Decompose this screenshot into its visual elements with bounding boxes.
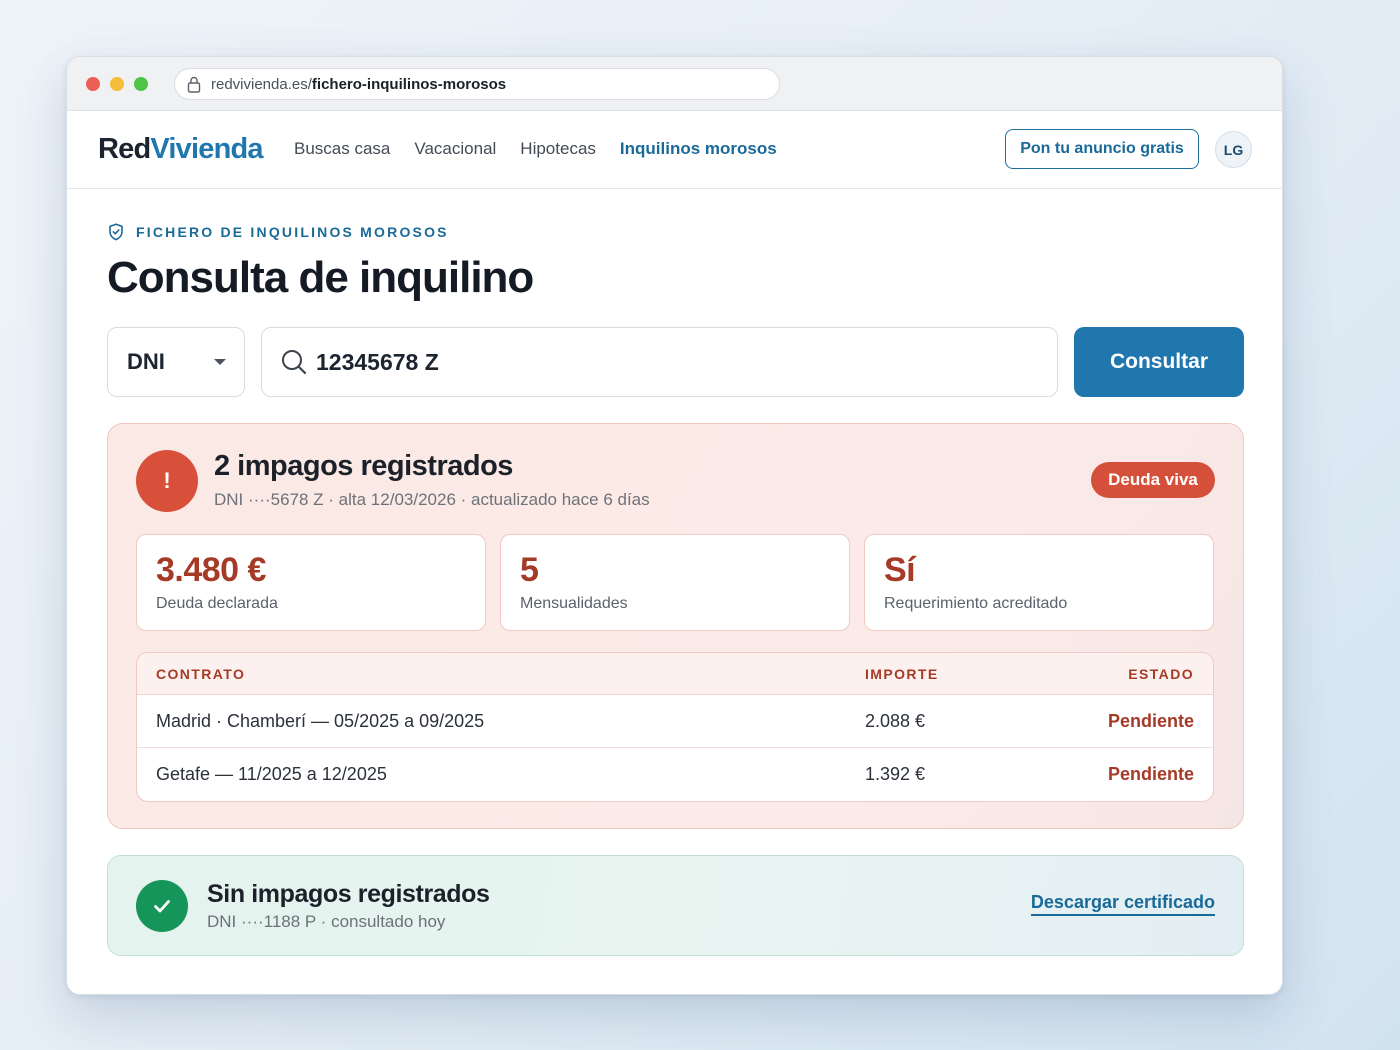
clean-result-card: Sin impagos registrados DNI ····1188 P ·… bbox=[107, 855, 1244, 956]
doc-type-select[interactable]: DNI bbox=[107, 327, 245, 397]
logo-text-red: Red bbox=[98, 133, 151, 165]
stat-label: Deuda declarada bbox=[156, 595, 278, 612]
status-badge: Deuda viva bbox=[1091, 462, 1215, 498]
column-header-importe: IMPORTE bbox=[865, 666, 939, 682]
cell-contrato: Getafe — 11/2025 a 12/2025 bbox=[156, 764, 387, 784]
url-path: fichero-inquilinos-morosos bbox=[311, 75, 507, 93]
post-listing-button[interactable]: Pon tu anuncio gratis bbox=[1005, 129, 1199, 169]
table-header: CONTRATO IMPORTE ESTADO bbox=[137, 653, 1213, 695]
lock-icon bbox=[187, 76, 201, 93]
site-header: RedVivienda Buscas casa Vacacional Hipot… bbox=[67, 111, 1282, 189]
address-bar[interactable]: redvivienda.es/fichero-inquilinos-moroso… bbox=[174, 68, 780, 100]
result-subtitle: DNI ····5678 Z · alta 12/03/2026 · actua… bbox=[214, 490, 650, 509]
eyebrow-text: FICHERO DE INQUILINOS MOROSOS bbox=[136, 224, 449, 240]
stat-label: Requerimiento acreditado bbox=[884, 595, 1068, 612]
nav-link-vacacional[interactable]: Vacacional bbox=[414, 139, 496, 159]
cell-contrato: Madrid · Chamberí — 05/2025 a 09/2025 bbox=[156, 711, 485, 731]
nav-link-buscas-casa[interactable]: Buscas casa bbox=[294, 139, 390, 159]
check-icon bbox=[154, 900, 170, 913]
result-title: 2 impagos registrados bbox=[214, 450, 513, 482]
maximize-window-button[interactable] bbox=[134, 77, 148, 91]
doc-type-value: DNI bbox=[127, 349, 165, 374]
download-certificate-link[interactable]: Descargar certificado bbox=[1030, 892, 1215, 916]
debt-result-card: ! 2 impagos registrados DNI ····5678 Z ·… bbox=[107, 423, 1244, 829]
column-header-contrato: CONTRATO bbox=[156, 666, 246, 682]
stat-card-deuda: 3.480 € Deuda declarada bbox=[136, 534, 486, 631]
close-window-button[interactable] bbox=[86, 77, 100, 91]
site-logo[interactable]: RedVivienda bbox=[98, 133, 264, 166]
cell-estado: Pendiente bbox=[1107, 764, 1194, 784]
cell-estado: Pendiente bbox=[1107, 711, 1194, 731]
stat-value: Sí bbox=[884, 551, 916, 589]
section-eyebrow: FICHERO DE INQUILINOS MOROSOS bbox=[108, 223, 449, 241]
column-header-estado: ESTADO bbox=[1128, 666, 1194, 682]
cell-importe: 1.392 € bbox=[865, 764, 926, 784]
stat-card-mensualidades: 5 Mensualidades bbox=[500, 534, 850, 631]
search-icon bbox=[282, 350, 307, 375]
logo-text-vivienda: Vivienda bbox=[150, 133, 263, 165]
page-title: Consulta de inquilino bbox=[107, 253, 534, 302]
minimize-window-button[interactable] bbox=[110, 77, 124, 91]
stat-card-requerimiento: Sí Requerimiento acreditado bbox=[864, 534, 1214, 631]
table-row[interactable]: Madrid · Chamberí — 05/2025 a 09/2025 2.… bbox=[137, 695, 1213, 748]
alert-icon: ! bbox=[136, 450, 198, 512]
nav-link-inquilinos-morosos[interactable]: Inquilinos morosos bbox=[620, 139, 777, 159]
clean-result-subtitle: DNI ····1188 P · consultado hoy bbox=[207, 912, 446, 931]
consultar-button[interactable]: Consultar bbox=[1074, 327, 1244, 397]
search-input[interactable] bbox=[316, 348, 1016, 376]
url-host: redvivienda.es/ bbox=[211, 75, 312, 93]
stat-value: 5 bbox=[520, 551, 539, 589]
stat-label: Mensualidades bbox=[520, 595, 628, 612]
nav-link-hipotecas[interactable]: Hipotecas bbox=[520, 139, 596, 159]
stat-value: 3.480 € bbox=[156, 551, 266, 589]
browser-window: redvivienda.es/fichero-inquilinos-moroso… bbox=[66, 56, 1283, 995]
shield-check-icon bbox=[109, 223, 123, 241]
chevron-down-icon bbox=[214, 359, 226, 365]
browser-chrome: redvivienda.es/fichero-inquilinos-moroso… bbox=[67, 57, 1282, 111]
cell-importe: 2.088 € bbox=[865, 711, 926, 731]
contracts-table: CONTRATO IMPORTE ESTADO Madrid · Chamber… bbox=[136, 652, 1214, 802]
main-nav: Buscas casa Vacacional Hipotecas Inquili… bbox=[294, 139, 801, 159]
table-row[interactable]: Getafe — 11/2025 a 12/2025 1.392 € Pendi… bbox=[137, 748, 1213, 801]
clean-result-title: Sin impagos registrados bbox=[207, 880, 490, 908]
search-field[interactable] bbox=[261, 327, 1058, 397]
user-avatar[interactable]: LG bbox=[1215, 131, 1252, 168]
check-circle-icon bbox=[136, 880, 188, 932]
